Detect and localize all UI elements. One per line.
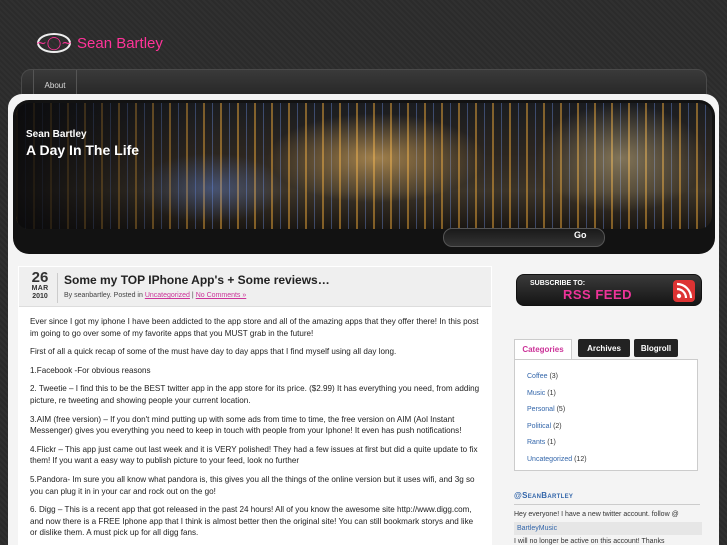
category-item: Political (2) [527, 419, 697, 436]
date-month: MAR [31, 285, 49, 292]
post-paragraph: 2. Tweetie – I find this to be the BEST … [30, 384, 480, 405]
tab-categories[interactable]: Categories [514, 339, 572, 359]
tweet-text: Hey everyone! I have a new twitter accou… [514, 511, 679, 518]
post-paragraph: 6. Digg – This is a recent app that got … [30, 505, 474, 538]
category-link[interactable]: Political [527, 423, 551, 430]
category-count: (5) [556, 406, 566, 413]
category-item: Rants (1) [527, 435, 697, 452]
divider [57, 273, 58, 303]
category-count: (3) [549, 373, 559, 380]
categories-list: Coffee (3) Music (1) Personal (5) Politi… [515, 360, 697, 468]
date-year: 2010 [32, 293, 48, 300]
post-header: 26 MAR 2010 Some my TOP IPhone App's + S… [19, 267, 491, 307]
category-count: (2) [553, 422, 562, 430]
search-bar: Go [443, 228, 605, 247]
site-logo[interactable]: ~◯~ Sean Bartley [36, 33, 163, 53]
post-paragraph: 5.Pandora- Im sure you all know what pan… [30, 474, 475, 496]
category-item: Personal (5) [527, 402, 697, 419]
post-date: 26 MAR 2010 [27, 270, 53, 301]
post-paragraph: First of all a quick recap of some of th… [30, 347, 397, 357]
meta-separator: | [191, 292, 194, 299]
category-item: Music (1) [527, 386, 697, 403]
category-item: Uncategorized (12) [527, 452, 697, 469]
post-paragraph: 3.AIM (free version) – If you don't mind… [30, 414, 462, 436]
post-meta-prefix: By seanbartley. Posted in [64, 292, 143, 299]
header-banner [13, 100, 715, 254]
logo-icon: ~◯~ [36, 33, 72, 53]
twitter-widget-title[interactable]: @SeanBartley [514, 491, 573, 500]
rss-subscribe-label: SUBSCRIBE TO: [530, 280, 586, 287]
header-title: A Day In The Life [26, 142, 140, 158]
post-body: Ever since I got my iphone I have been a… [30, 316, 480, 545]
category-count: (1) [547, 389, 556, 397]
category-link[interactable]: Personal [527, 406, 555, 413]
divider [514, 504, 700, 505]
category-count: (12) [574, 455, 587, 463]
header-image [16, 103, 712, 229]
rss-feed-button[interactable]: SUBSCRIBE TO: RSS FEED [516, 274, 702, 306]
category-link[interactable]: Music [527, 390, 545, 397]
category-link[interactable]: Coffee [527, 373, 548, 380]
search-input[interactable] [448, 231, 570, 244]
rss-feed-label: RSS FEED [563, 287, 633, 302]
sidebar-tabs: Categories Archives Blogroll [514, 339, 704, 359]
sidebar: SUBSCRIBE TO: RSS FEED Categories Archiv… [511, 266, 709, 545]
tweet-text: I will no longer be active on this accou… [514, 538, 665, 545]
post-paragraph: Ever since I got my iphone I have been a… [30, 317, 479, 338]
post-paragraph: 4.Flickr – This app just came out last w… [30, 444, 478, 466]
post-meta: By seanbartley. Posted in Uncategorized … [64, 292, 246, 299]
site-name[interactable]: Sean Bartley [77, 35, 163, 52]
category-count: (1) [547, 439, 556, 446]
category-link[interactable]: Uncategorized [527, 456, 572, 463]
main-content: 26 MAR 2010 Some my TOP IPhone App's + S… [18, 266, 492, 545]
tweet-user-link[interactable]: BartleyMusic [514, 522, 702, 535]
search-go-button[interactable]: Go [574, 230, 587, 240]
category-link[interactable]: Rants [527, 439, 545, 446]
categories-panel: Coffee (3) Music (1) Personal (5) Politi… [514, 359, 698, 471]
post-title[interactable]: Some my TOP IPhone App's + Some reviews… [64, 273, 330, 287]
tab-archives[interactable]: Archives [578, 339, 630, 357]
header-subtitle: Sean Bartley [26, 129, 87, 140]
post-category-link[interactable]: Uncategorized [145, 292, 190, 299]
date-day: 26 [31, 269, 49, 286]
post-comments-link[interactable]: No Comments » [196, 292, 247, 299]
category-item: Coffee (3) [527, 369, 697, 386]
rss-icon [673, 280, 695, 302]
post-paragraph: 1.Facebook -For obvious reasons [30, 365, 151, 375]
tab-blogroll[interactable]: Blogroll [634, 339, 678, 357]
